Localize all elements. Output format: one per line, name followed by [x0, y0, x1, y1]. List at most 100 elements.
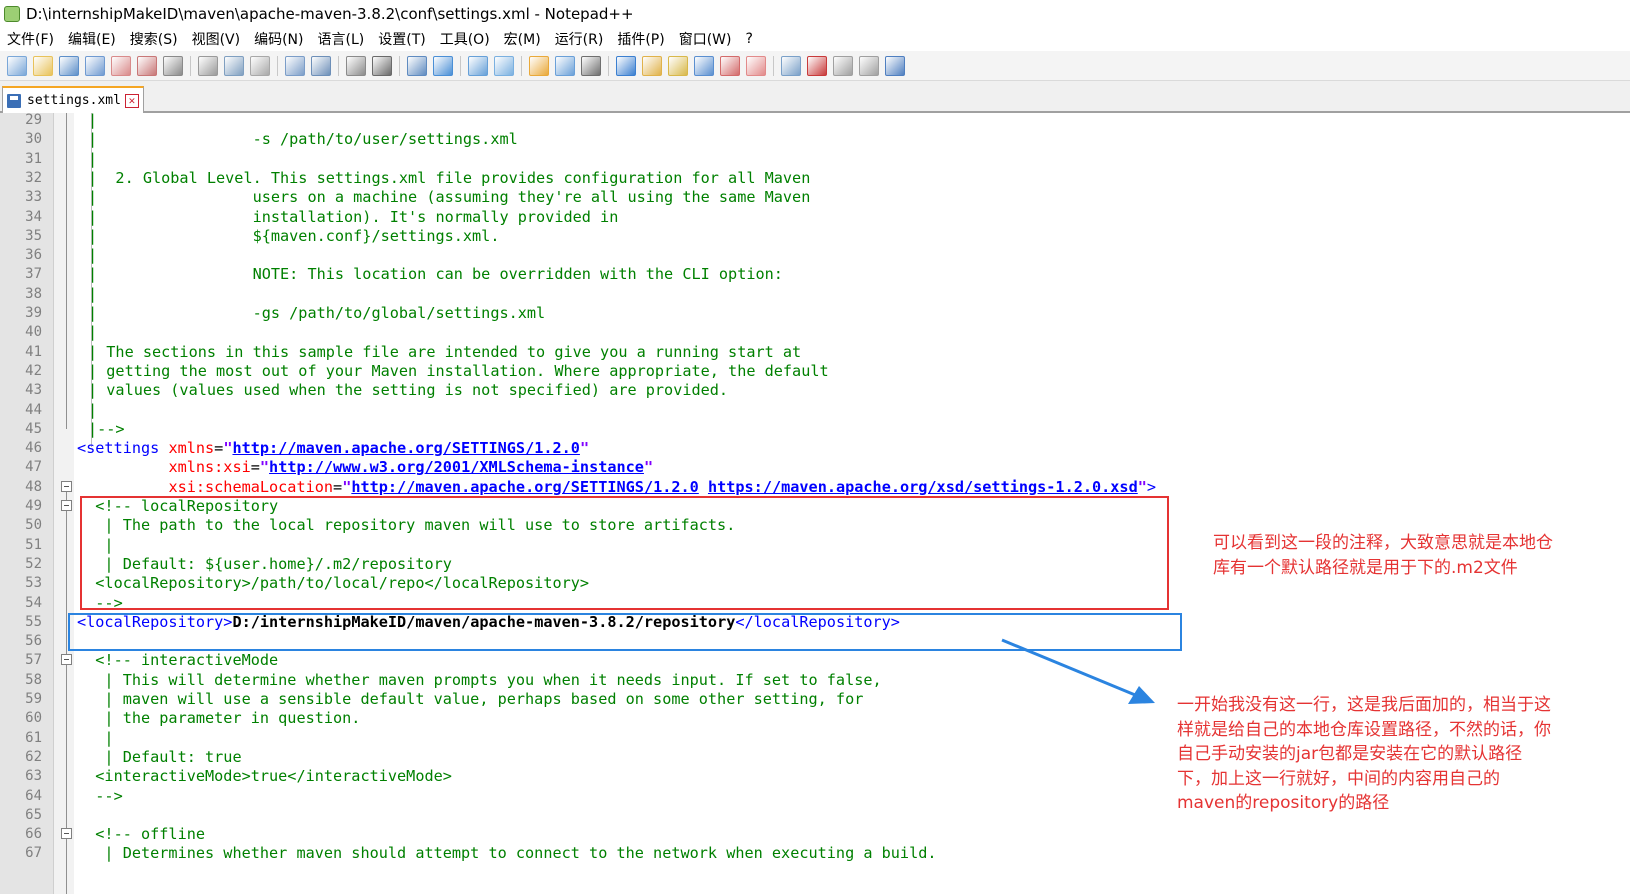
code-line: 37 | NOTE: This location can be overridde… [0, 264, 1630, 284]
doc-map-icon[interactable] [642, 55, 662, 76]
menu-item-11[interactable]: 窗口(W) [672, 29, 739, 49]
code-text: | values (values used when the setting i… [88, 380, 728, 400]
toolbar-separator [399, 55, 400, 76]
zoom-in-icon[interactable] [407, 55, 427, 76]
line-number: 65 [25, 806, 42, 823]
run-macro-multiple-icon[interactable] [859, 55, 879, 76]
tab-label: settings.xml [27, 93, 121, 108]
line-number: 60 [25, 710, 42, 727]
line-number: 46 [25, 440, 42, 457]
code-token: | Default: true [77, 747, 242, 766]
redo-icon[interactable] [311, 55, 331, 76]
menu-item-6[interactable]: 设置(T) [371, 29, 432, 49]
close-icon[interactable] [111, 55, 131, 76]
title-bar: D:\internshipMakeID\maven\apache-maven-3… [0, 0, 1630, 27]
line-number: 61 [25, 729, 42, 746]
show-all-chars-icon[interactable] [555, 55, 575, 76]
menu-item-7[interactable]: 工具(O) [433, 29, 497, 49]
line-number: 30 [25, 131, 42, 148]
menu-item-4[interactable]: 编码(N) [247, 29, 310, 49]
close-tab-icon[interactable]: ✕ [124, 93, 139, 108]
sync-horizontal-icon[interactable] [494, 55, 514, 76]
print-icon[interactable] [163, 55, 183, 76]
code-token: | [88, 113, 98, 129]
code-line: 67 | Determines whether maven should att… [0, 843, 1630, 863]
close-all-icon[interactable] [137, 55, 157, 76]
indent-guide-icon[interactable] [581, 55, 601, 76]
fold-toggle[interactable] [61, 480, 72, 492]
menu-item-10[interactable]: 插件(P) [610, 29, 671, 49]
word-wrap-icon[interactable] [529, 55, 549, 76]
line-number: 37 [25, 266, 42, 283]
code-token: = [250, 458, 260, 477]
saved-file-icon [7, 93, 21, 108]
code-text: | [88, 284, 97, 304]
fold-toggle[interactable] [61, 654, 72, 666]
line-number: 53 [25, 575, 42, 592]
play-macro-icon[interactable] [833, 55, 853, 76]
menu-item-9[interactable]: 运行(R) [548, 29, 611, 49]
line-number: 31 [25, 150, 42, 167]
monitoring-icon[interactable] [746, 55, 766, 76]
code-line: 29 | [0, 113, 1630, 130]
line-number: 62 [25, 748, 42, 765]
code-line: 30 | -s /path/to/user/settings.xml [0, 129, 1630, 149]
code-token: | [88, 246, 98, 265]
code-text: | Determines whether maven should attemp… [77, 843, 936, 863]
menu-item-2[interactable]: 搜索(S) [123, 29, 185, 49]
save-macro-icon[interactable] [885, 55, 905, 76]
line-number: 35 [25, 227, 42, 244]
code-token: xmlns [168, 439, 215, 458]
code-line: 46 <settings xmlns= "http://maven.apache.o… [0, 438, 1630, 458]
menu-item-0[interactable]: 文件(F) [0, 29, 61, 49]
menu-item-1[interactable]: 编辑(E) [61, 29, 123, 49]
code-token: --> [77, 786, 123, 805]
new-file-icon[interactable] [7, 55, 27, 76]
code-token: | This will determine whether maven prom… [77, 670, 882, 689]
code-line: 36 | [0, 245, 1630, 265]
code-line: 44 | [0, 400, 1630, 420]
doc-list-icon[interactable] [720, 55, 740, 76]
fold-toggle[interactable] [61, 500, 72, 511]
folder-workspace-icon[interactable] [694, 55, 714, 76]
code-text: |--> [88, 419, 125, 439]
code-line: 41 | The sections in this sample file are… [0, 342, 1630, 362]
replace-icon[interactable] [372, 55, 392, 76]
code-line: 57 <!-- interactiveMode [0, 650, 1630, 670]
code-token: > [1146, 477, 1157, 496]
fold-toggle[interactable] [61, 828, 72, 840]
code-token: " [1137, 477, 1147, 496]
open-file-icon[interactable] [33, 55, 53, 76]
undo-icon[interactable] [285, 55, 305, 76]
save-all-icon[interactable] [85, 55, 105, 76]
code-token: = [214, 439, 224, 458]
paste-icon[interactable] [250, 55, 270, 76]
code-token: | 2. Global Level. This settings.xml fil… [88, 168, 811, 187]
menu-item-12[interactable]: ? [739, 31, 760, 47]
user-lang-icon[interactable] [616, 55, 636, 76]
code-token: | -s /path/to/user/settings.xml [88, 130, 518, 149]
line-number: 63 [25, 768, 42, 785]
stop-macro-icon[interactable] [807, 55, 827, 76]
zoom-out-icon[interactable] [433, 55, 453, 76]
find-icon[interactable] [346, 55, 366, 76]
line-number: 34 [25, 208, 42, 225]
cut-icon[interactable] [198, 55, 218, 76]
copy-icon[interactable] [224, 55, 244, 76]
record-macro-icon[interactable] [781, 55, 801, 76]
menu-item-8[interactable]: 宏(M) [497, 29, 548, 49]
menu-item-3[interactable]: 视图(V) [185, 29, 248, 49]
sync-vertical-icon[interactable] [468, 55, 488, 76]
code-line: 45 |--> [0, 419, 1630, 439]
line-number: 45 [25, 420, 42, 437]
function-list-icon[interactable] [668, 55, 688, 76]
tab-settings-xml[interactable]: settings.xml ✕ [2, 86, 144, 113]
code-text: --> [77, 786, 123, 806]
code-text: | installation). It's normally provided … [88, 207, 618, 227]
save-icon[interactable] [59, 55, 79, 76]
code-text: | getting the most out of your Maven ins… [88, 361, 829, 381]
menu-item-5[interactable]: 语言(L) [311, 29, 372, 49]
code-text: | NOTE: This location can be overridden … [88, 264, 783, 284]
